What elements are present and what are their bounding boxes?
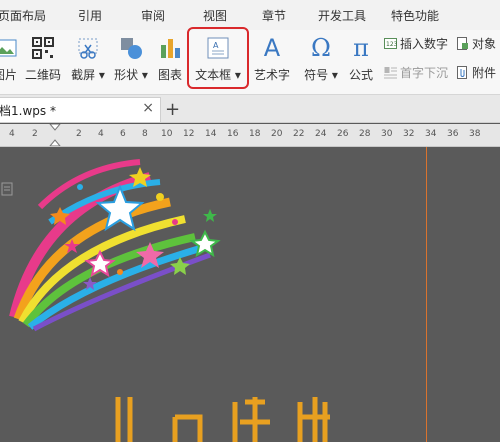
ruler-mark: 24: [315, 129, 327, 139]
ruler-mark: 28: [359, 129, 371, 139]
ruler-mark: 10: [161, 129, 173, 139]
ruler-mark: 20: [271, 129, 283, 139]
dropcap-button[interactable]: 首字下沉: [384, 64, 448, 82]
screenshot-icon: [78, 38, 98, 59]
wordart-icon: A: [263, 34, 281, 62]
ruler-mark: 30: [381, 129, 393, 139]
rainbow-stars-image[interactable]: [0, 147, 500, 442]
ruler-mark: 38: [469, 129, 481, 139]
svg-text:123: 123: [386, 41, 397, 48]
ruler-mark: 16: [227, 129, 239, 139]
object-button[interactable]: 对象: [456, 35, 496, 53]
qrcode-icon: [32, 37, 54, 59]
insert-ribbon: 图片 二维码 截屏 ▾ 形状 ▾ 图表 A 文本框 ▾ A 艺术字 Ω 符号 ▾…: [0, 30, 500, 95]
ruler-mark: 4: [98, 129, 104, 139]
add-tab-button[interactable]: +: [165, 99, 180, 120]
close-icon[interactable]: ×: [142, 100, 154, 116]
horizontal-ruler[interactable]: 4 2 2 4 6 8 10 12 14 16 18 20 22 24 26 2…: [0, 124, 500, 147]
document-tab-label: 档1.wps *: [0, 104, 56, 118]
dropcap-icon: [384, 67, 397, 79]
insert-number-button[interactable]: 123 插入数字: [384, 35, 448, 53]
menu-references[interactable]: 引用: [78, 7, 102, 24]
ruler-mark: 18: [249, 129, 261, 139]
screenshot-button[interactable]: 截屏 ▾: [68, 30, 108, 90]
menu-bar: 页面布局 引用 审阅 视图 章节 开发工具 特色功能: [0, 0, 500, 31]
ruler-mark: 26: [337, 129, 349, 139]
number-icon: 123: [384, 38, 397, 49]
page-marker-icon: [1, 182, 13, 196]
ruler-mark: 2: [32, 129, 38, 139]
ruler-mark: 4: [9, 129, 15, 139]
chart-icon: [161, 39, 180, 58]
menu-view[interactable]: 视图: [203, 7, 227, 24]
picture-icon: [0, 39, 17, 57]
ruler-mark: 8: [142, 129, 148, 139]
menu-developer[interactable]: 开发工具: [318, 7, 366, 24]
ruler-mark: 6: [120, 129, 126, 139]
shapes-button[interactable]: 形状 ▾: [112, 30, 150, 90]
formula-button[interactable]: π 公式: [344, 30, 378, 90]
menu-review[interactable]: 审阅: [141, 7, 165, 24]
qrcode-button[interactable]: 二维码: [22, 30, 64, 90]
ruler-mark: 34: [425, 129, 437, 139]
object-icon: [457, 37, 468, 50]
ruler-mark: 22: [293, 129, 305, 139]
symbol-button[interactable]: Ω 符号 ▾: [302, 30, 340, 90]
ruler-mark: 12: [183, 129, 195, 139]
menu-special[interactable]: 特色功能: [391, 7, 439, 24]
pi-icon: π: [353, 34, 369, 62]
ruler-mark: 14: [205, 129, 217, 139]
omega-icon: Ω: [311, 34, 331, 62]
document-tab[interactable]: 档1.wps * ×: [0, 97, 161, 122]
picture-button[interactable]: 图片: [0, 30, 20, 90]
indent-marker-icon[interactable]: [49, 124, 61, 146]
document-tab-bar: 档1.wps * ×: [0, 95, 500, 123]
menu-page-layout[interactable]: 页面布局: [0, 7, 46, 24]
ruler-mark: 32: [403, 129, 415, 139]
ruler-mark: 36: [447, 129, 459, 139]
attachment-icon: [457, 66, 467, 79]
shapes-icon: [121, 38, 142, 59]
attachment-button[interactable]: 附件: [456, 64, 496, 82]
wordart-button[interactable]: A 艺术字: [250, 30, 294, 90]
textbox-highlight: [187, 27, 249, 89]
chart-button[interactable]: 图表: [153, 30, 187, 90]
menu-section[interactable]: 章节: [262, 7, 286, 24]
ruler-mark: 2: [76, 129, 82, 139]
